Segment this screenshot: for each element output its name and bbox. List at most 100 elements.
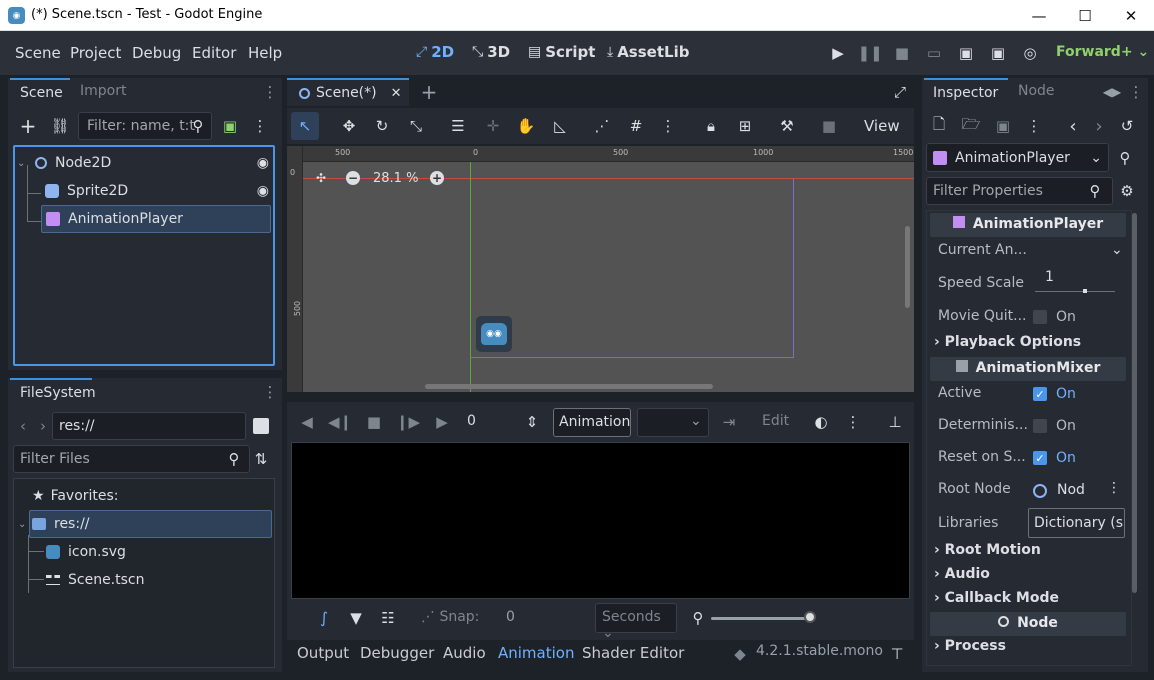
stop-icon[interactable]: ■ <box>892 43 912 63</box>
save-icon[interactable]: ▣ <box>994 116 1012 136</box>
root-node-value[interactable]: Nod <box>1057 482 1085 498</box>
bone-icon[interactable]: ⚒ <box>777 116 797 136</box>
tab-output[interactable]: Output <box>297 644 349 662</box>
add-node-icon[interactable]: + <box>18 114 38 138</box>
kebab-menu-icon[interactable]: ⋮ <box>263 382 278 402</box>
play-icon[interactable]: ▶ <box>434 412 450 432</box>
center-view-icon[interactable]: ✣ <box>313 170 329 186</box>
grid-snap-icon[interactable]: # <box>626 116 646 136</box>
list-icon[interactable]: ☷ <box>379 608 397 628</box>
kebab-menu-icon[interactable]: ⋮ <box>1107 480 1121 496</box>
tree-row-sprite2d[interactable]: Sprite2D ◉ <box>45 177 273 205</box>
ruler-tool-icon[interactable]: ◺ <box>550 116 570 136</box>
eye-icon[interactable]: ◉ <box>257 183 269 199</box>
snap-value[interactable]: 0 <box>506 609 515 625</box>
menu-debug[interactable]: Debug <box>132 44 181 62</box>
bezier-icon[interactable]: ∫ <box>315 608 333 628</box>
tree-row-res[interactable]: ⌄ res:// <box>18 510 272 538</box>
zoom-level[interactable]: 28.1 % <box>373 171 418 186</box>
tab-inspector[interactable]: Inspector <box>924 78 1008 106</box>
tree-row-icon-svg[interactable]: icon.svg <box>46 538 126 566</box>
section-callback-mode[interactable]: › Callback Mode <box>934 590 1059 606</box>
pivot-tool-icon[interactable]: ✛ <box>483 116 503 136</box>
tab-filesystem[interactable]: FileSystem <box>10 378 96 406</box>
play-backwards-icon[interactable]: ◀ <box>299 412 315 432</box>
kebab-menu-icon[interactable]: ⋮ <box>661 116 676 136</box>
movie-maker-icon[interactable]: ◎ <box>1020 43 1040 63</box>
seconds-select[interactable]: Seconds ⌄ <box>595 603 677 641</box>
animation-time[interactable]: 0 <box>467 413 476 429</box>
snap-label[interactable]: ⋰ Snap: <box>421 609 479 625</box>
pin-icon[interactable]: ⊥ <box>887 412 903 432</box>
animation-select[interactable]: ⌄ <box>637 408 709 437</box>
chevron-right-icon[interactable]: › <box>36 416 50 436</box>
zoom-out-icon[interactable]: − <box>346 171 360 185</box>
move-tool-icon[interactable]: ✥ <box>339 116 359 136</box>
deterministic-checkbox[interactable] <box>1033 419 1047 433</box>
sprite2d-godot-icon[interactable]: ◉◉ <box>476 316 512 352</box>
instance-scene-icon[interactable]: ▣ <box>220 116 240 136</box>
open-folder-icon[interactable]: 🗁︎ <box>962 115 981 136</box>
animation-button[interactable]: Animation <box>553 408 631 437</box>
tab-import[interactable]: Import <box>80 83 126 99</box>
libraries-value[interactable]: Dictionary (s <box>1028 508 1125 538</box>
lock-icon[interactable]: 🔒︎ <box>701 116 721 136</box>
link-icon[interactable]: ⛓ <box>50 116 70 136</box>
favorites-row[interactable]: ★ Favorites: <box>32 482 119 510</box>
viewport-2d[interactable]: 500 0 500 1000 1500 0 500 ✣ − 28.1 % + ◉… <box>287 146 914 392</box>
inspector-scrollbar[interactable] <box>1132 213 1137 593</box>
menu-help[interactable]: Help <box>248 44 282 62</box>
kebab-menu-icon[interactable]: ⋮ <box>252 116 268 136</box>
view-menu[interactable]: View <box>864 117 900 135</box>
section-animationmixer[interactable]: AnimationMixer <box>930 357 1126 381</box>
list-tool-icon[interactable]: ☰ <box>448 116 468 136</box>
tree-row-node2d[interactable]: ⌄ Node2D ◉ <box>17 149 273 177</box>
reset-on-save-checkbox[interactable]: ✓ <box>1033 451 1047 465</box>
smart-snap-icon[interactable]: ⋰ <box>592 116 612 136</box>
animation-track-area[interactable] <box>291 442 910 599</box>
chevron-right-icon[interactable]: › <box>1092 116 1106 137</box>
speed-scale-input[interactable]: 1 <box>1033 267 1117 295</box>
fullscreen-icon[interactable]: ⤢ <box>890 82 910 102</box>
tab-debugger[interactable]: Debugger <box>360 644 434 662</box>
pause-icon[interactable]: ❚❚ <box>857 43 882 63</box>
zoom-slider-handle[interactable] <box>804 611 816 623</box>
filter-properties-input[interactable]: Filter Properties <box>926 177 1113 205</box>
split-view-icon[interactable] <box>253 418 269 434</box>
renderer-select[interactable]: Forward+ ⌄ <box>1056 44 1149 60</box>
viewport-hscrollbar[interactable] <box>425 384 713 389</box>
kebab-menu-icon[interactable]: ⋮ <box>263 82 278 102</box>
menu-scene[interactable]: Scene <box>15 44 61 62</box>
kebab-menu-icon[interactable]: ⋮ <box>1027 116 1042 136</box>
onion-skin-icon[interactable]: ◐ <box>813 412 829 432</box>
tab-animation[interactable]: Animation <box>498 644 574 662</box>
eye-icon[interactable]: ◉ <box>257 155 269 171</box>
zoom-slider[interactable] <box>711 617 811 620</box>
settings-icon[interactable]: ⚙ <box>1118 181 1136 201</box>
select-tool-icon[interactable]: ↖ <box>291 112 319 140</box>
pan-tool-icon[interactable]: ✋ <box>516 116 536 136</box>
new-resource-icon[interactable]: 🗋︎ <box>930 115 948 136</box>
add-tab-icon[interactable]: + <box>419 80 439 104</box>
menu-editor[interactable]: Editor <box>192 44 236 62</box>
play-start-icon[interactable]: ❙▶ <box>396 412 420 432</box>
sort-icon[interactable]: ⇅ <box>252 449 270 469</box>
maximize-button[interactable]: ☐ <box>1062 0 1108 31</box>
close-icon[interactable]: ✕ <box>391 86 402 101</box>
play-icon[interactable]: ▶ <box>828 43 848 63</box>
tab-scene-file[interactable]: Scene(*) ✕ <box>287 78 409 106</box>
tab-scene[interactable]: Scene <box>10 78 70 106</box>
kebab-menu-icon[interactable]: ⋮ <box>846 412 861 432</box>
camera-icon[interactable]: ■ <box>819 116 839 136</box>
close-button[interactable]: ✕ <box>1108 0 1154 31</box>
dock-move-icons[interactable]: ◀▶ <box>1098 82 1126 102</box>
tab-node[interactable]: Node <box>1018 83 1055 99</box>
section-playback-options[interactable]: › Playback Options <box>934 334 1081 350</box>
filter-files-input[interactable]: Filter Files <box>13 445 250 473</box>
workspace-3d-button[interactable]: ⤡ 3D <box>472 43 510 61</box>
section-root-motion[interactable]: › Root Motion <box>934 542 1041 558</box>
expand-panel-icon[interactable]: ⊤ <box>889 645 905 663</box>
edit-menu[interactable]: Edit <box>762 413 789 429</box>
workspace-assetlib-button[interactable]: ⤓ AssetLib <box>607 43 689 61</box>
section-animationplayer[interactable]: AnimationPlayer <box>930 213 1126 237</box>
